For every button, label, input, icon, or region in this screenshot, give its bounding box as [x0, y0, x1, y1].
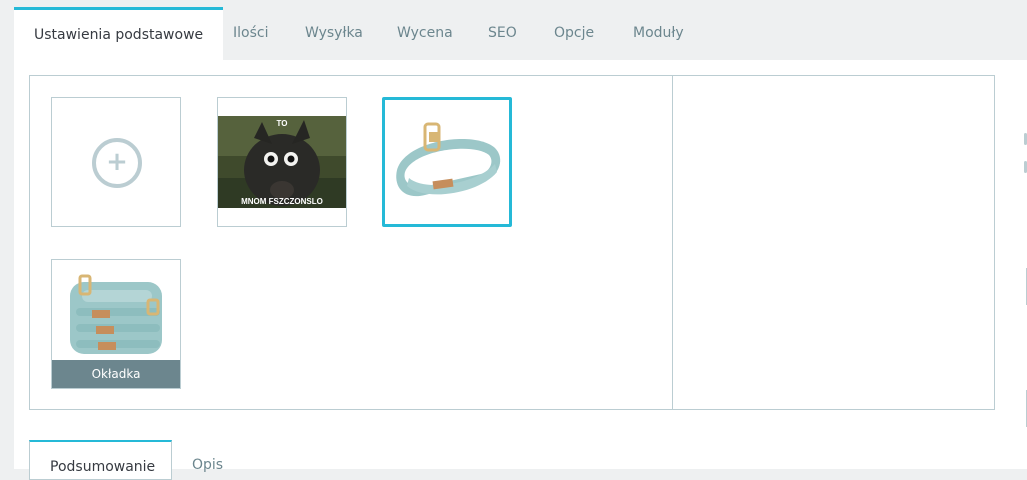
meme-bottom-text: MNOM FSZCZONSLO — [241, 197, 323, 206]
product-cover-thumb[interactable]: Okładka — [51, 259, 181, 389]
boar-meme-image: TO MNOM FSZCZONSLO — [218, 116, 346, 226]
add-glyph: + — [106, 147, 128, 177]
subtab-summary[interactable]: Podsumowanie — [29, 440, 172, 480]
tab-quantities[interactable]: Ilości — [233, 7, 268, 60]
cover-badge: Okładka — [52, 360, 180, 388]
tab-modules[interactable]: Moduły — [633, 7, 684, 60]
product-tabs: Ustawienia podstawowe Ilości Wysyłka Wyc… — [14, 7, 1027, 60]
tab-pricing[interactable]: Wycena — [397, 7, 453, 60]
add-icon: + — [92, 138, 142, 188]
product-image-thumb[interactable]: TO MNOM FSZCZONSLO — [217, 97, 347, 227]
add-image-button[interactable]: + — [51, 97, 181, 227]
dog-collar-image — [385, 100, 509, 224]
product-image-thumb-selected[interactable] — [382, 97, 512, 227]
panel-divider — [672, 75, 673, 410]
meme-top-text: TO — [277, 119, 288, 128]
subtab-description[interactable]: Opis — [192, 457, 223, 473]
tab-basic-settings[interactable]: Ustawienia podstawowe — [14, 7, 224, 60]
dog-collar-stack-image — [52, 260, 180, 360]
tab-options[interactable]: Opcje — [554, 7, 594, 60]
left-strip — [0, 0, 14, 469]
tab-seo[interactable]: SEO — [488, 7, 517, 60]
tab-shipping[interactable]: Wysyłka — [305, 7, 363, 60]
